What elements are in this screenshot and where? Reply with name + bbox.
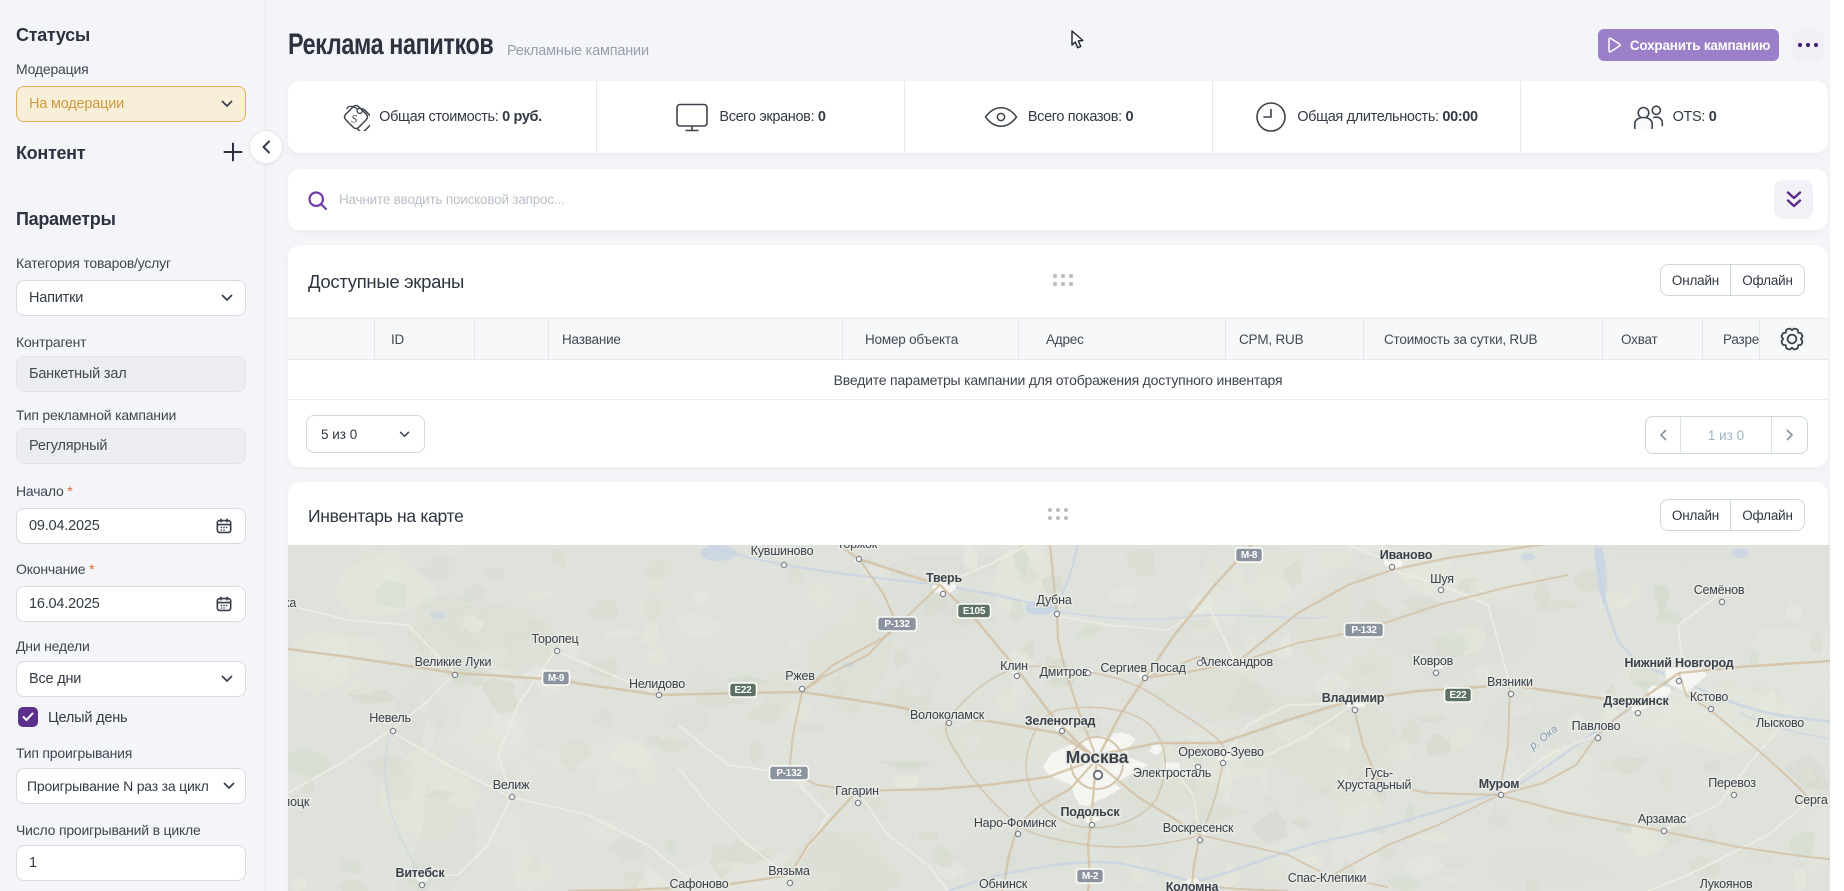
svg-text:М-8: М-8 [1241, 550, 1258, 561]
svg-text:S: S [351, 112, 357, 126]
svg-text:Ковров: Ковров [1413, 654, 1454, 668]
svg-text:Р-132: Р-132 [884, 619, 910, 630]
svg-text:Обнинск: Обнинск [979, 877, 1028, 891]
svg-text:ка: ка [288, 596, 296, 610]
svg-text:Клин: Клин [1000, 659, 1028, 673]
svg-text:Хрустальный: Хрустальный [1337, 778, 1412, 792]
svg-text:Велиж: Велиж [493, 778, 530, 792]
svg-text:Дмитров: Дмитров [1040, 665, 1089, 679]
svg-text:Лукоянов: Лукоянов [1700, 877, 1753, 891]
svg-text:Кстово: Кстово [1690, 690, 1729, 704]
svg-text:Арзамас: Арзамас [1638, 812, 1686, 826]
svg-text:Иваново: Иваново [1380, 548, 1433, 562]
svg-text:Перевоз: Перевоз [1708, 776, 1756, 790]
svg-text:Наро-Фоминск: Наро-Фоминск [974, 816, 1057, 830]
svg-text:Е22: Е22 [1450, 690, 1468, 701]
svg-text:М-9: М-9 [548, 673, 565, 684]
svg-text:Владимир: Владимир [1322, 691, 1385, 705]
svg-text:Е105: Е105 [963, 606, 986, 617]
svg-text:Вязники: Вязники [1487, 675, 1533, 689]
svg-text:Спас-Клепики: Спас-Клепики [1288, 871, 1367, 885]
svg-text:Коломна: Коломна [1166, 880, 1220, 891]
svg-text:Торопец: Торопец [532, 632, 579, 646]
svg-text:Зеленоград: Зеленоград [1025, 714, 1096, 728]
svg-text:Сергиев Посад: Сергиев Посад [1100, 661, 1186, 675]
svg-text:Кувшиново: Кувшиново [751, 545, 814, 558]
svg-text:Павлово: Павлово [1572, 719, 1621, 733]
svg-text:Воскресенск: Воскресенск [1163, 821, 1234, 835]
svg-text:Орехово-Зуево: Орехово-Зуево [1178, 745, 1264, 759]
svg-text:Ржев: Ржев [785, 669, 815, 683]
svg-text:Волоколамск: Волоколамск [910, 708, 985, 722]
svg-text:Р-132: Р-132 [776, 768, 802, 779]
svg-text:Муром: Муром [1479, 777, 1520, 791]
svg-text:Тверь: Тверь [926, 571, 962, 585]
svg-text:Торжок: Торжок [837, 545, 878, 551]
svg-text:лоцк: лоцк [288, 795, 310, 809]
svg-text:Дубна: Дубна [1036, 593, 1071, 607]
svg-text:Подольск: Подольск [1061, 805, 1121, 819]
svg-text:Дзержинск: Дзержинск [1603, 694, 1669, 708]
svg-text:Р-132: Р-132 [1351, 625, 1377, 636]
svg-text:Е22: Е22 [735, 685, 753, 696]
svg-text:Александров: Александров [1199, 655, 1273, 669]
svg-text:М-2: М-2 [1082, 871, 1099, 882]
svg-text:Шуя: Шуя [1430, 572, 1454, 586]
svg-text:Лысково: Лысково [1756, 716, 1804, 730]
svg-text:Нелидово: Нелидово [629, 677, 685, 691]
svg-text:Невель: Невель [369, 711, 411, 725]
svg-text:Сафоново: Сафоново [669, 877, 728, 891]
svg-text:Великие Луки: Великие Луки [415, 655, 492, 669]
svg-text:Нижний Новгород: Нижний Новгород [1624, 656, 1733, 670]
svg-text:Витебск: Витебск [396, 866, 446, 880]
svg-text:Серга: Серга [1794, 793, 1827, 807]
svg-text:Семёнов: Семёнов [1694, 583, 1745, 597]
svg-text:Москва: Москва [1066, 747, 1129, 767]
svg-text:Гагарин: Гагарин [835, 784, 879, 798]
svg-text:Вязьма: Вязьма [768, 864, 810, 878]
